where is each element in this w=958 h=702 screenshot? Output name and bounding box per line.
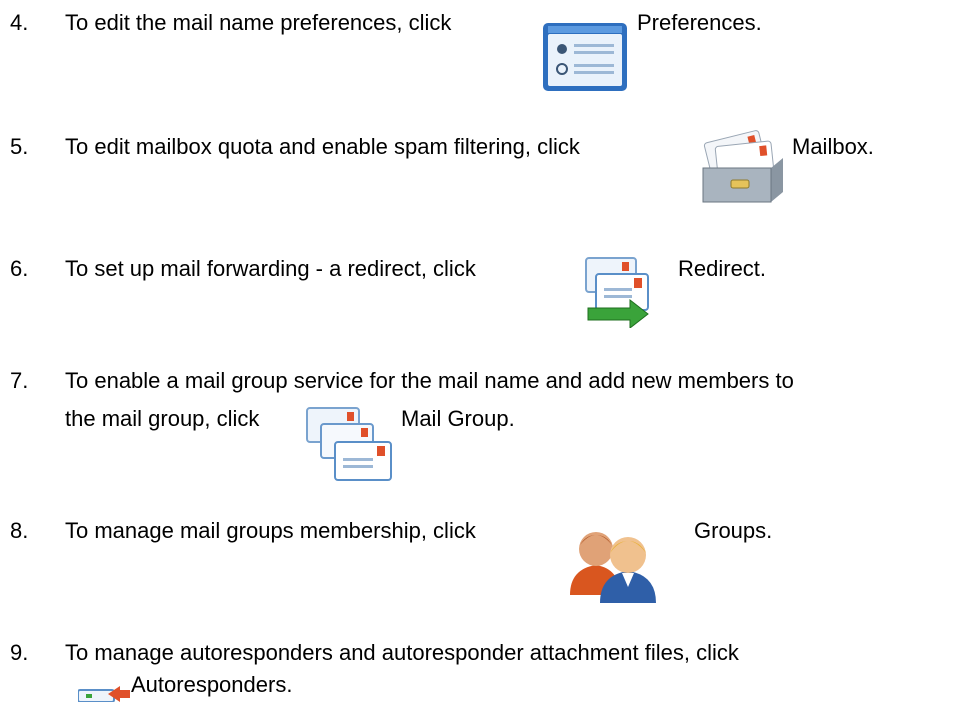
autoresponders-icon[interactable] [78,684,130,702]
step-text: To edit mailbox quota and enable spam fi… [65,134,580,159]
step-number: 7. [10,368,29,393]
step-number: 8. [10,518,29,543]
redirect-icon[interactable] [582,254,658,328]
redirect-label: Redirect. [678,256,767,281]
groups-label: Groups. [694,518,773,543]
step-number: 6. [10,256,29,281]
step-text: the mail group, click [65,406,260,431]
step-text: To edit the mail name preferences, click [65,10,452,35]
step-number: 5. [10,134,29,159]
preferences-label: Preferences. [637,10,762,35]
step-text: To manage mail groups membership, click [65,518,476,543]
step-text: To manage autoresponders and autorespond… [65,640,739,665]
step-text: To set up mail forwarding - a redirect, … [65,256,476,281]
mailbox-icon[interactable] [697,126,789,206]
mail-group-icon[interactable] [303,404,395,484]
step-number: 4. [10,10,29,35]
mail-group-label: Mail Group. [401,406,515,431]
step-text: To enable a mail group service for the m… [65,368,794,393]
step-number: 9. [10,640,29,665]
mailbox-label: Mailbox. [792,134,874,159]
autoresponders-label: Autoresponders. [131,672,293,697]
preferences-icon[interactable] [542,22,628,92]
groups-icon[interactable] [566,515,662,605]
